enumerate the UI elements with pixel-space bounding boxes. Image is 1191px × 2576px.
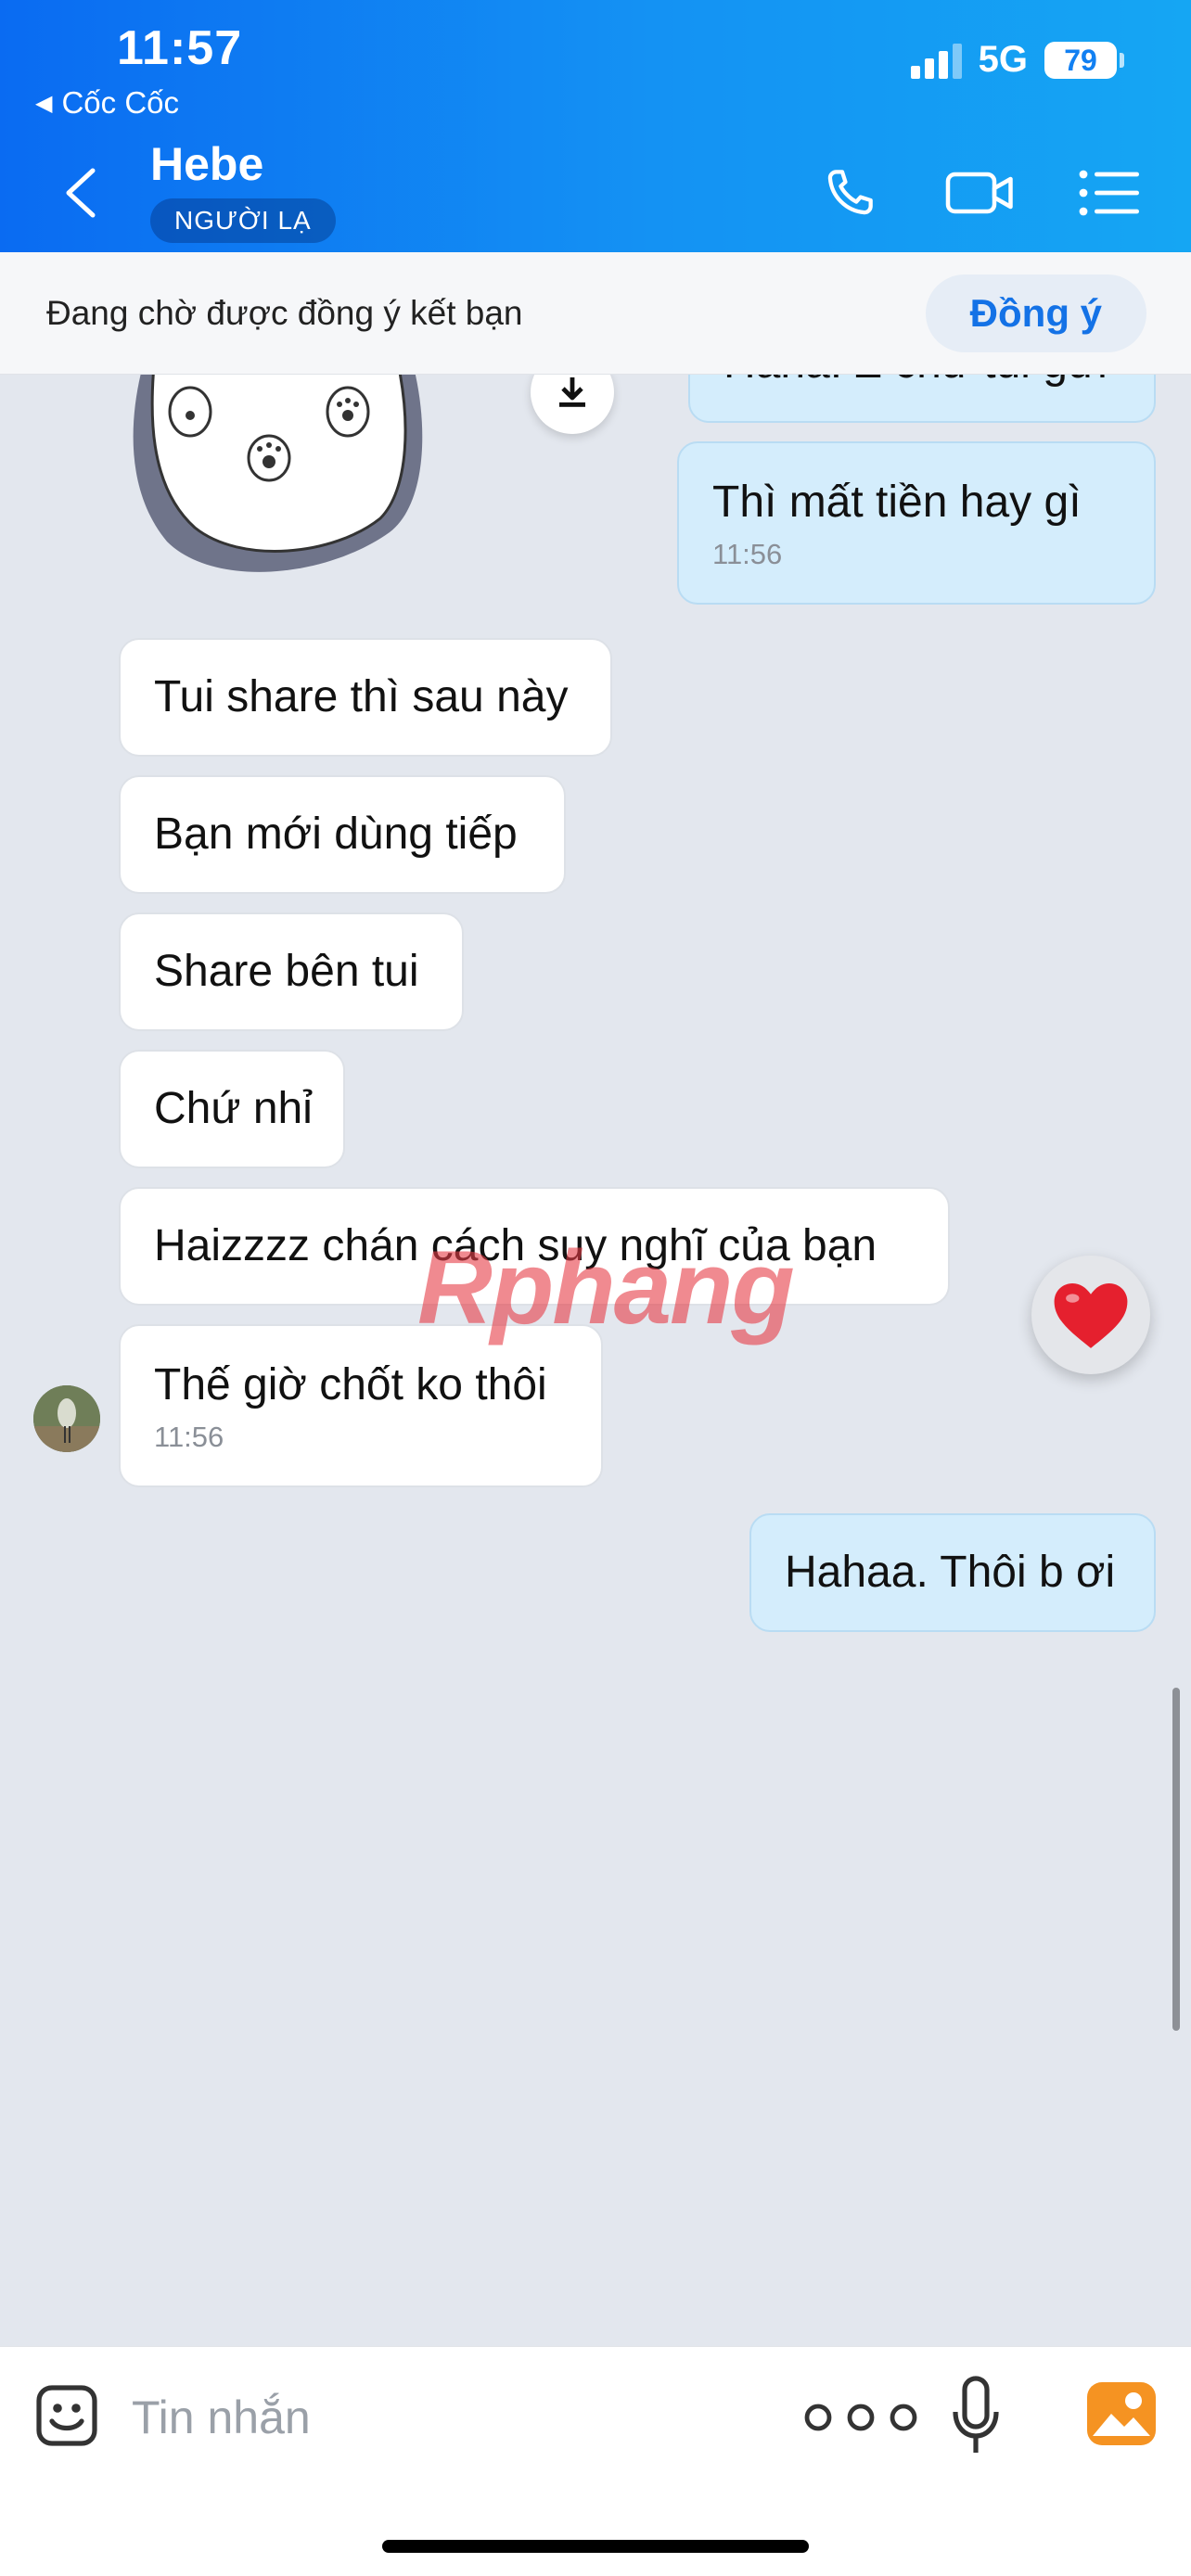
heart-reaction-button[interactable] xyxy=(1031,1256,1150,1374)
message-text: Share bên tui xyxy=(154,947,419,996)
emoji-icon xyxy=(36,2385,97,2446)
accept-friend-button[interactable]: Đồng ý xyxy=(925,274,1146,352)
message-text: Bạn mới dùng tiếp xyxy=(154,810,518,859)
message-time: 11:56 xyxy=(712,538,783,570)
message-text: Tui share thì sau này xyxy=(154,672,569,721)
microphone-icon xyxy=(953,2376,999,2453)
friend-request-text: Đang chờ được đồng ý kết bạn xyxy=(46,293,523,332)
outgoing-message[interactable]: Haha. Z chứ tui gửi xyxy=(688,375,1156,423)
back-app-label: Cốc Cốc xyxy=(61,85,180,120)
cat-sticker[interactable] xyxy=(111,375,473,588)
more-button[interactable] xyxy=(800,2390,922,2445)
menu-button[interactable] xyxy=(1072,156,1146,230)
back-to-app[interactable]: ◀ Cốc Cốc xyxy=(35,85,179,121)
home-indicator xyxy=(382,2540,809,2553)
stranger-badge: NGƯỜI LẠ xyxy=(150,198,336,243)
menu-icon xyxy=(1079,170,1139,216)
message-time: 11:56 xyxy=(154,1421,224,1453)
incoming-message[interactable]: Chứ nhỉ xyxy=(119,1050,345,1168)
back-icon xyxy=(66,168,96,218)
scrollbar[interactable] xyxy=(1172,1688,1180,2031)
back-button[interactable] xyxy=(59,165,106,221)
video-camera-icon xyxy=(945,172,1013,214)
message-text: Chứ nhỉ xyxy=(154,1084,313,1133)
network-type: 5G xyxy=(978,39,1028,80)
heart-icon xyxy=(1054,1282,1128,1348)
message-text: Haha. Z chứ tui gửi xyxy=(724,375,1121,390)
contact-avatar[interactable] xyxy=(33,1385,100,1452)
message-composer xyxy=(0,2346,1191,2576)
chat-screen: 11:57 ◀ Cốc Cốc 5G 79 Hebe NGƯỜI LẠ Đang… xyxy=(0,0,1191,2576)
incoming-message[interactable]: Bạn mới dùng tiếp xyxy=(119,775,566,894)
incoming-message[interactable]: Share bên tui xyxy=(119,912,464,1031)
call-button[interactable] xyxy=(813,156,887,230)
more-icon xyxy=(804,2404,917,2431)
message-input[interactable] xyxy=(132,2380,762,2455)
image-icon xyxy=(1087,2382,1156,2445)
outgoing-message[interactable]: Thì mất tiền hay gì 11:56 xyxy=(677,441,1156,605)
outgoing-message[interactable]: Hahaa. Thôi b ơi xyxy=(749,1513,1156,1632)
emoji-button[interactable] xyxy=(33,2382,100,2449)
contact-name[interactable]: Hebe xyxy=(150,137,263,191)
status-time: 11:57 xyxy=(117,21,243,75)
voice-button[interactable] xyxy=(950,2375,1002,2458)
image-button[interactable] xyxy=(1085,2380,1158,2447)
incoming-message[interactable]: Thế giờ chốt ko thôi 11:56 xyxy=(119,1324,603,1487)
incoming-message[interactable]: Tui share thì sau này xyxy=(119,638,612,757)
message-text: Thì mất tiền hay gì xyxy=(712,478,1082,527)
message-text: Thế giờ chốt ko thôi xyxy=(154,1360,547,1409)
signal-icon xyxy=(910,42,962,79)
message-list[interactable]: Quăng quaBạn cần gì gửi nữaĐùa mình à11:… xyxy=(0,375,1191,2346)
battery-icon: 79 xyxy=(1044,41,1124,79)
friend-request-bar: Đang chờ được đồng ý kết bạn Đồng ý xyxy=(0,252,1191,375)
download-button[interactable] xyxy=(531,375,614,434)
back-triangle-icon: ◀ xyxy=(35,90,53,116)
message-text: Hahaa. Thôi b ơi xyxy=(785,1548,1116,1597)
watermark-text: Rphang xyxy=(417,1230,795,1345)
video-call-button[interactable] xyxy=(939,156,1022,230)
download-icon xyxy=(559,377,585,407)
chat-header: 11:57 ◀ Cốc Cốc 5G 79 Hebe NGƯỜI LẠ xyxy=(0,0,1191,252)
watermark: Rphang xyxy=(417,1228,795,1347)
status-indicators: 5G 79 xyxy=(910,39,1124,81)
phone-icon xyxy=(827,170,873,215)
